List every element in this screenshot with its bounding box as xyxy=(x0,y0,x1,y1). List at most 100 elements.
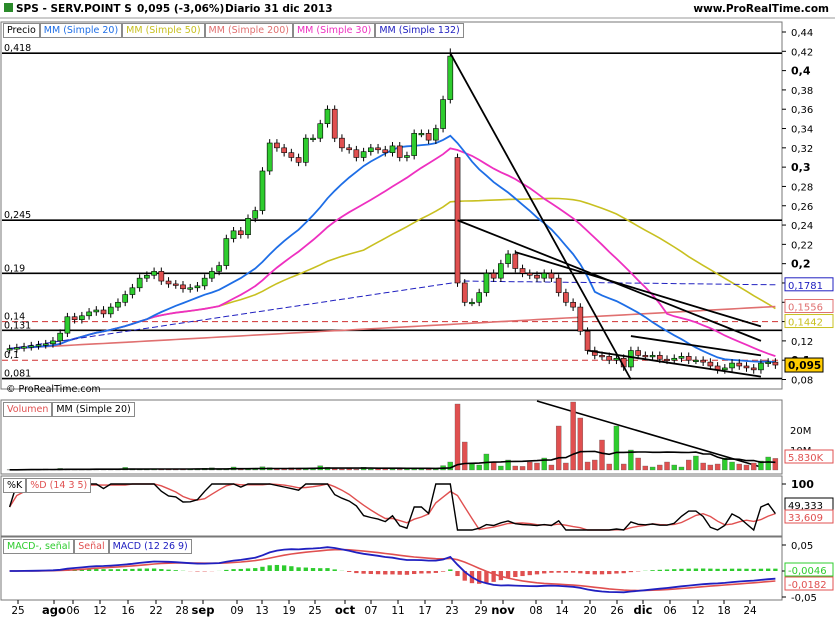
legend-d[interactable]: %D (14 3 5) xyxy=(26,478,92,493)
macd-histogram-bar xyxy=(274,564,280,571)
y-tick-label: 0,38 xyxy=(791,86,813,97)
candle-body xyxy=(382,149,389,153)
x-tick-label: 12 xyxy=(93,605,106,617)
stoch-tick-label: 100 xyxy=(791,478,814,491)
macd-histogram-bar xyxy=(426,571,431,574)
volume-bar xyxy=(527,461,533,471)
candle-body xyxy=(548,273,555,279)
candle-body xyxy=(577,306,584,332)
legend-signal[interactable]: Señal xyxy=(74,539,109,554)
candle-body xyxy=(21,346,27,349)
x-axis: 25 ago 06 12 16 22 28 sep 09 13 19 25 oct 07 11 17 23 29 n… xyxy=(11,600,757,617)
macd-histogram-bar xyxy=(267,565,272,571)
candle-body xyxy=(324,108,331,125)
macd-histogram-bar xyxy=(173,570,178,571)
header-site: www.ProRealTime.com xyxy=(693,3,829,15)
volume-bar xyxy=(736,463,742,471)
y-tick-label: 0,3 xyxy=(791,161,811,174)
volume-bar xyxy=(620,463,627,471)
candle-body xyxy=(367,147,374,152)
candle-body xyxy=(642,355,649,358)
legend-k[interactable]: %K xyxy=(3,478,27,493)
tag-volume-text: 5.830K xyxy=(788,453,824,464)
y-tick-label: 0,08 xyxy=(791,376,813,387)
legend-precio[interactable]: Precio xyxy=(3,23,40,38)
legend-ma132[interactable]: MM (Simple 132) xyxy=(375,23,464,38)
x-tick-label: 06 xyxy=(663,605,677,617)
volume-bar xyxy=(743,464,750,471)
candle-body xyxy=(541,273,548,279)
candle-body xyxy=(671,357,678,361)
volume-bar xyxy=(700,462,706,471)
header-price: 0,095 (-3,06%) xyxy=(137,3,225,15)
y-tick-label: 0,36 xyxy=(791,105,813,116)
macd-histogram-bar xyxy=(151,568,157,571)
macd-histogram-bar xyxy=(527,571,532,576)
candle-body xyxy=(606,356,613,361)
macd-histogram-bar xyxy=(281,565,287,571)
candle-body xyxy=(216,265,222,272)
volume-bar xyxy=(332,468,338,471)
volume-bar xyxy=(678,466,685,471)
macd-histogram-bar xyxy=(628,571,634,573)
x-tick-label: 06 xyxy=(66,605,80,617)
macd-histogram-bar xyxy=(289,566,294,571)
candle-body xyxy=(57,332,64,342)
x-tick-label: 26 xyxy=(610,605,624,617)
x-tick-label: 19 xyxy=(282,605,295,617)
macd-histogram-bar xyxy=(303,567,308,571)
candle-body xyxy=(700,359,706,363)
candle-body xyxy=(79,315,85,320)
candle-body xyxy=(158,271,165,282)
panel-frames xyxy=(0,17,835,601)
candle-body xyxy=(461,282,468,303)
candle-body xyxy=(656,355,663,360)
candle-body xyxy=(115,301,121,308)
volume-bar xyxy=(397,469,403,471)
candle-body xyxy=(71,316,78,320)
symbol-label: SPS - SERV.POINT S xyxy=(16,3,132,15)
legend-volumen[interactable]: Volumen xyxy=(3,402,53,417)
macd-histogram-bar xyxy=(570,571,576,573)
y-tick-label: 0,34 xyxy=(791,125,813,136)
candle-body xyxy=(245,217,251,236)
volume-bar xyxy=(353,469,360,471)
macd-histogram-bar xyxy=(607,571,612,575)
tag-ma132-text: 0,1781 xyxy=(788,281,823,292)
legend-ma50[interactable]: MM (Simple 50) xyxy=(122,23,205,38)
candle-body xyxy=(707,361,714,367)
macd-histogram-bar xyxy=(332,569,337,571)
candle-body xyxy=(599,355,605,358)
macd-histogram-bar xyxy=(520,571,525,577)
macd-histogram-bar xyxy=(368,571,373,574)
macd-histogram-bar xyxy=(513,571,518,578)
legend-ma30[interactable]: MM (Simple 30) xyxy=(292,23,376,38)
volume-bar xyxy=(693,455,699,471)
macd-histogram-bar xyxy=(534,571,540,575)
macd-histogram-bar xyxy=(101,569,106,571)
macd-histogram-bar xyxy=(318,568,323,571)
legend-vol-ma20[interactable]: MM (Simple 20) xyxy=(52,402,135,417)
candle-body xyxy=(302,137,309,163)
candle-body xyxy=(42,343,49,346)
volume-bar xyxy=(584,461,591,471)
legend-macd-hist[interactable]: MACD-, señal xyxy=(3,539,75,554)
candle-body xyxy=(274,142,280,149)
x-tick-label: 22 xyxy=(149,605,162,617)
level-label: 0,081 xyxy=(4,369,31,380)
legend-macd[interactable]: MACD (12 26 9) xyxy=(108,539,192,554)
volume-bar xyxy=(498,465,504,471)
legend-ma200[interactable]: MM (Simple 200) xyxy=(204,23,293,38)
macd-histogram-bar xyxy=(433,571,439,573)
volume-bar xyxy=(649,466,656,471)
volume-bar xyxy=(613,425,620,471)
macd-histogram-bar xyxy=(765,568,771,571)
macd-histogram-bar xyxy=(325,568,330,571)
x-tick-label: 20 xyxy=(583,605,596,617)
candle-body xyxy=(693,359,699,362)
x-tick-label: 25 xyxy=(308,605,321,617)
volume-bar xyxy=(635,457,641,471)
candle-body xyxy=(100,309,107,315)
legend-ma20[interactable]: MM (Simple 20) xyxy=(39,23,123,38)
volume-bar xyxy=(368,468,374,471)
